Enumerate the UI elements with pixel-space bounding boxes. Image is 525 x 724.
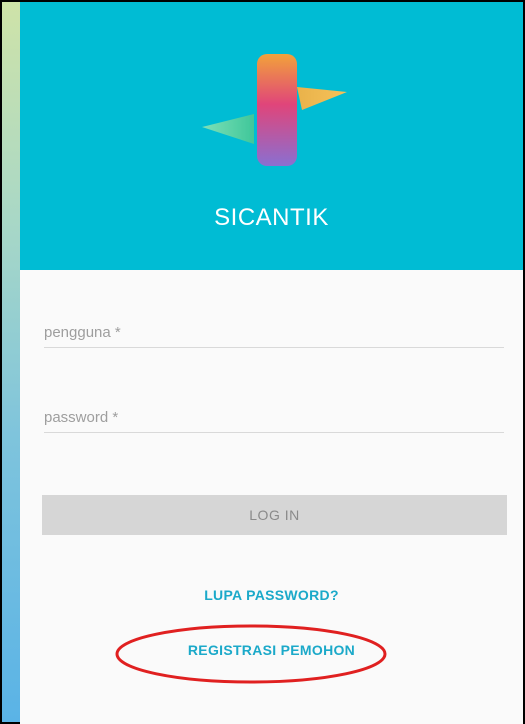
- app-title: SICANTIK: [214, 204, 329, 231]
- login-card: SICANTIK LOG IN LUPA PASSWORD? REGISTRAS…: [20, 2, 523, 724]
- sicantik-logo-icon: [202, 54, 347, 166]
- password-field[interactable]: [44, 392, 504, 433]
- username-input[interactable]: [44, 317, 504, 347]
- username-field[interactable]: [44, 307, 504, 348]
- red-circle-annotation: [115, 624, 387, 684]
- login-header: SICANTIK: [20, 2, 523, 270]
- login-button[interactable]: LOG IN: [42, 495, 507, 535]
- password-input[interactable]: [44, 402, 504, 432]
- forgot-password-link[interactable]: LUPA PASSWORD?: [20, 587, 523, 603]
